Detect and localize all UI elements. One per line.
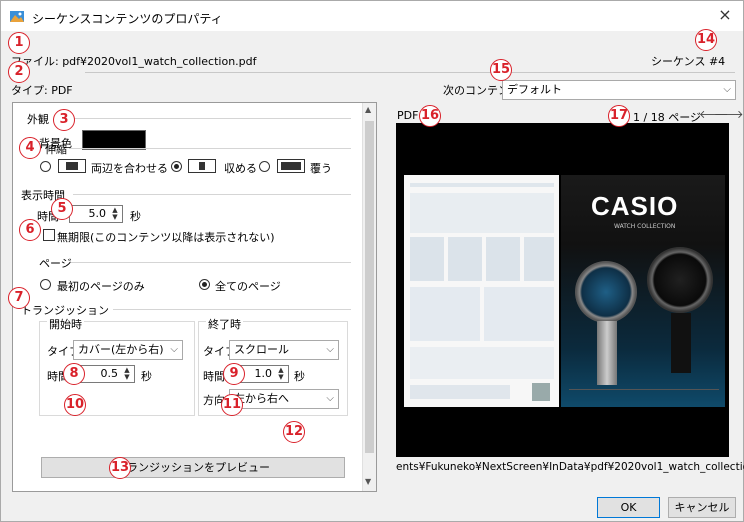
callout-badge: 15 [490, 59, 512, 81]
callout-badge: 11 [221, 394, 243, 416]
preview-file-path: ents¥Fukuneko¥NextScreen¥InData¥pdf¥2020… [396, 461, 744, 473]
close-icon[interactable]: × [715, 4, 735, 26]
divider [73, 194, 351, 195]
display-time-spinner[interactable]: 5.0 ▲ ▼ [69, 205, 123, 223]
pages-group-title: ページ [39, 257, 72, 270]
pdf-preview: CASIO WATCH COLLECTION [396, 123, 729, 457]
preview-transition-button[interactable]: トランジッションをプレビュー [41, 457, 345, 478]
start-group-title: 開始時 [47, 316, 84, 332]
callout-badge: 17 [608, 105, 630, 127]
stretch-group-title: 伸縮 [45, 143, 67, 156]
end-group-title: 終了時 [206, 316, 243, 332]
seconds-unit: 秒 [130, 210, 141, 223]
panel-scrollbar[interactable]: ▲ ▼ [362, 103, 376, 491]
ad-subtitle: WATCH COLLECTION [614, 223, 676, 230]
bg-color-swatch[interactable] [82, 130, 146, 150]
spinner-arrows-icon[interactable]: ▲ ▼ [275, 367, 287, 381]
callout-badge: 5 [51, 198, 73, 220]
all-pages-radio[interactable] [199, 279, 210, 290]
next-page-icon[interactable]: 🡒 [714, 107, 744, 121]
stretch-option-label: 覆う [310, 162, 332, 175]
divider [61, 118, 351, 119]
callout-badge: 16 [419, 105, 441, 127]
callout-badge: 3 [53, 109, 75, 131]
end-time-label: 時間 [203, 370, 225, 383]
cancel-button[interactable]: キャンセル [668, 497, 736, 518]
pdf-page-right: CASIO WATCH COLLECTION [561, 175, 725, 407]
seconds-unit: 秒 [294, 370, 305, 383]
stretch-cover-radio[interactable] [259, 161, 270, 172]
header-divider [85, 72, 735, 73]
scroll-up-icon[interactable]: ▲ [365, 105, 371, 114]
callout-badge: 6 [19, 219, 41, 241]
callout-badge: 2 [8, 61, 30, 83]
sequence-label: シーケンス #4 [651, 55, 726, 68]
ad-brand-text: CASIO [591, 191, 679, 221]
file-path-label: ファイル: pdf¥2020vol1_watch_collection.pdf [11, 55, 257, 68]
stretch-fit-both-radio[interactable] [40, 161, 51, 172]
first-page-only-radio[interactable] [40, 279, 51, 290]
callout-badge: 13 [109, 457, 131, 479]
chevron-down-icon: ⌵ [326, 393, 334, 404]
watch-image [647, 247, 713, 313]
seconds-unit: 秒 [141, 370, 152, 383]
end-direction-select[interactable]: 左から右へ ⌵ [229, 389, 339, 409]
infinite-label: 無期限(このコンテンツ以降は表示されない) [57, 231, 275, 244]
callout-badge: 8 [63, 363, 85, 385]
spinner-arrows-icon[interactable]: ▲ ▼ [109, 207, 121, 221]
appearance-group-title: 外観 [27, 113, 49, 126]
divider [113, 309, 351, 310]
end-time-spinner[interactable]: 1.0 ▲ ▼ [239, 365, 289, 383]
end-type-select[interactable]: スクロール ⌵ [229, 340, 339, 360]
ok-button[interactable]: OK [597, 497, 660, 518]
callout-badge: 4 [19, 137, 41, 159]
infinite-checkbox[interactable] [43, 229, 55, 241]
fit-both-icon [58, 159, 86, 173]
properties-dialog: シーケンスコンテンツのプロパティ × ファイル: pdf¥2020vol1_wa… [0, 0, 744, 522]
window-title: シーケンスコンテンツのプロパティ [32, 12, 223, 26]
watch-image [575, 261, 637, 323]
divider [69, 148, 351, 149]
stretch-option-label: 収める [224, 162, 257, 175]
callout-badge: 7 [8, 287, 30, 309]
start-type-select[interactable]: カバー(左から右) ⌵ [73, 340, 183, 360]
type-label: タイプ: PDF [11, 84, 73, 97]
divider [71, 262, 351, 263]
contain-icon [188, 159, 216, 173]
app-icon [10, 11, 24, 22]
callout-badge: 14 [695, 29, 717, 51]
cover-icon [277, 159, 305, 173]
title-bar: シーケンスコンテンツのプロパティ × [1, 1, 743, 31]
callout-badge: 10 [64, 394, 86, 416]
chevron-down-icon: ⌵ [326, 344, 334, 355]
pages-option-label: 全てのページ [215, 280, 281, 293]
settings-panel[interactable]: ▲ ▼ 外観 背景色 伸縮 両辺を合わせる 収める 覆う 表示時間 時間 5.0… [12, 102, 377, 492]
scroll-down-icon[interactable]: ▼ [365, 477, 371, 486]
pages-option-label: 最初のページのみ [57, 280, 145, 293]
stretch-option-label: 両辺を合わせる [91, 162, 168, 175]
next-content-select[interactable]: デフォルト ⌵ [502, 80, 736, 100]
stretch-contain-radio[interactable] [171, 161, 182, 172]
chevron-down-icon: ⌵ [170, 344, 178, 355]
callout-badge: 9 [223, 363, 245, 385]
callout-badge: 1 [8, 32, 30, 54]
pdf-page-left [404, 175, 559, 407]
callout-badge: 12 [283, 421, 305, 443]
chevron-down-icon: ⌵ [723, 84, 731, 95]
scroll-thumb[interactable] [365, 121, 374, 453]
preview-type-label: PDF [397, 109, 419, 122]
spinner-arrows-icon[interactable]: ▲ ▼ [121, 367, 133, 381]
